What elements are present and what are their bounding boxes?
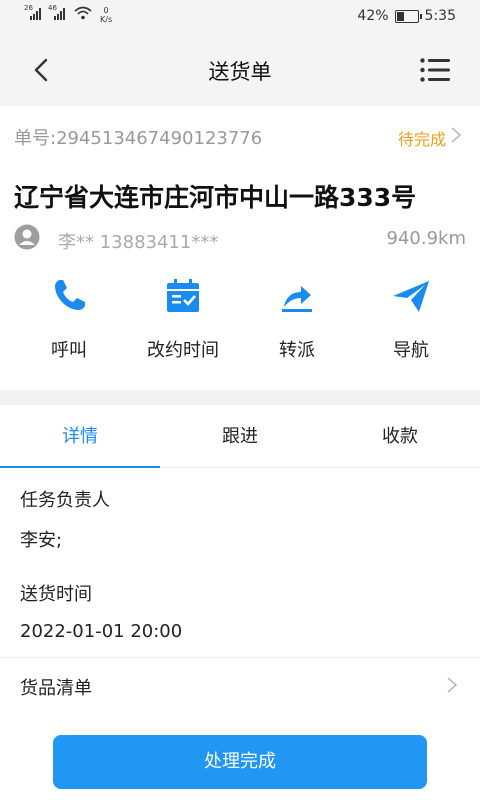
nav-bar: 送货单 bbox=[0, 34, 480, 106]
clock: 5:35 bbox=[424, 8, 456, 24]
page-title: 送货单 bbox=[208, 60, 272, 84]
status-badge: 待完成 bbox=[397, 130, 446, 149]
contact-info: 李** 13883411*** bbox=[58, 232, 219, 253]
calendar-check-icon bbox=[167, 279, 199, 312]
menu-icon[interactable] bbox=[420, 58, 450, 82]
navigate-action[interactable]: 导航 bbox=[366, 276, 456, 362]
chevron-right-icon bbox=[451, 127, 462, 143]
phone-icon bbox=[55, 280, 85, 310]
call-action[interactable]: 呼叫 bbox=[24, 276, 114, 362]
chevron-right-icon bbox=[447, 677, 458, 693]
distance: 940.9km bbox=[386, 228, 467, 249]
delivery-card: 辽宁省大连市庄河市中山一路333号 李** 13883411*** 940.9k… bbox=[0, 164, 480, 390]
tab-follow-up[interactable]: 跟进 bbox=[160, 405, 320, 467]
delivery-time-value: 2022-01-01 20:00 bbox=[20, 621, 183, 642]
tab-payment[interactable]: 收款 bbox=[320, 405, 480, 467]
avatar-icon bbox=[14, 224, 40, 250]
status-bar: 26 46 0 K/s 42% 5:35 bbox=[0, 0, 480, 34]
signal-icon: 26 bbox=[24, 4, 44, 22]
order-number-row[interactable]: 单号:294513467490123776 待完成 bbox=[0, 106, 480, 164]
battery-percent: 42% bbox=[357, 8, 389, 24]
battery-icon bbox=[394, 9, 422, 23]
owner-label: 任务负责人 bbox=[20, 490, 110, 511]
goods-list-label: 货品清单 bbox=[20, 678, 92, 699]
finish-button[interactable]: 处理完成 bbox=[53, 735, 427, 789]
tab-bar: 详情 跟进 收款 bbox=[0, 405, 480, 468]
reschedule-action[interactable]: 改约时间 bbox=[138, 276, 228, 362]
signal-icon-2: 46 bbox=[48, 4, 68, 22]
wifi-icon bbox=[74, 6, 92, 20]
delivery-time-label: 送货时间 bbox=[20, 584, 92, 605]
delivery-address: 辽宁省大连市庄河市中山一路333号 bbox=[14, 183, 417, 212]
goods-list-row[interactable]: 货品清单 bbox=[0, 658, 480, 710]
transfer-action[interactable]: 转派 bbox=[252, 276, 342, 362]
share-icon bbox=[282, 286, 312, 312]
network-speed: 0 K/s bbox=[100, 6, 113, 24]
order-number: 单号:294513467490123776 bbox=[14, 128, 263, 149]
tab-details[interactable]: 详情 bbox=[0, 405, 160, 467]
owner-value: 李安; bbox=[20, 530, 63, 551]
paper-plane-icon bbox=[393, 281, 429, 312]
